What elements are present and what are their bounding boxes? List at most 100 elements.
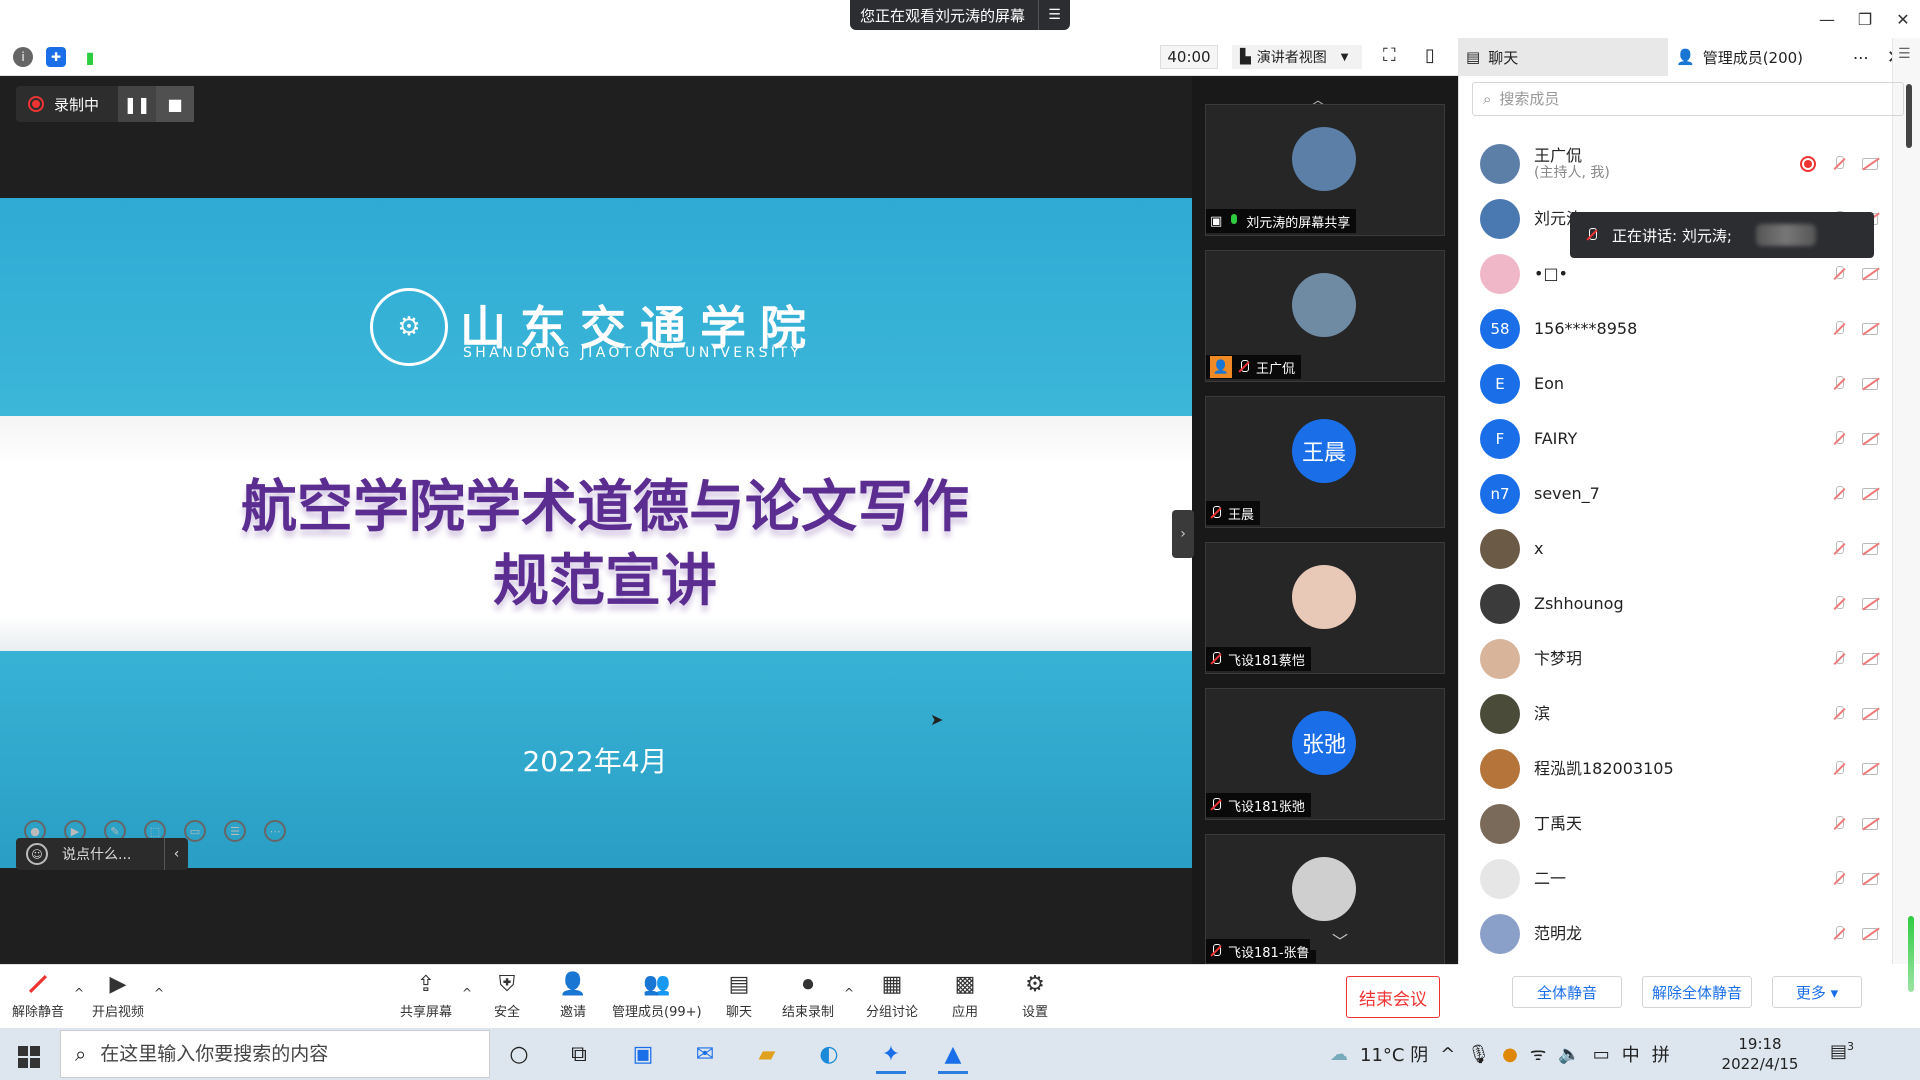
- video-off-icon[interactable]: [1862, 543, 1878, 555]
- gallery-tile[interactable]: 飞设181蔡恺: [1205, 542, 1445, 674]
- member-row[interactable]: F FAIRY: [1472, 413, 1892, 465]
- member-row[interactable]: 范明龙: [1472, 908, 1892, 960]
- member-row[interactable]: x: [1472, 523, 1892, 575]
- video-off-icon[interactable]: [1862, 763, 1878, 775]
- meeting-app-icon[interactable]: ▲: [930, 1034, 976, 1074]
- member-row[interactable]: 58 156****8958: [1472, 303, 1892, 355]
- task-view-icon[interactable]: ⧉: [556, 1034, 602, 1074]
- speaker-icon[interactable]: 🔈: [1558, 1044, 1580, 1065]
- video-off-icon[interactable]: [1862, 598, 1878, 610]
- layout-icon[interactable]: ▯: [1425, 45, 1435, 66]
- app-icon[interactable]: ✦: [868, 1034, 914, 1074]
- tab-chat[interactable]: ▤ 聊天: [1458, 38, 1668, 76]
- video-off-icon[interactable]: [1862, 268, 1878, 280]
- video-off-icon[interactable]: [1862, 653, 1878, 665]
- invite-button[interactable]: 👤 邀请: [558, 970, 588, 1021]
- view-mode-select[interactable]: ▙ 演讲者视图 ▼: [1232, 45, 1362, 69]
- chevron-up-icon[interactable]: ^: [462, 986, 472, 1000]
- video-off-icon[interactable]: [1862, 928, 1878, 940]
- chat-quick-input[interactable]: ☺ 说点什么... ‹: [16, 838, 188, 870]
- video-off-icon[interactable]: [1862, 378, 1878, 390]
- mic-off-icon[interactable]: [1832, 926, 1846, 942]
- weather-text[interactable]: 11°C 阴: [1360, 1041, 1428, 1067]
- video-off-icon[interactable]: [1862, 873, 1878, 885]
- mic-off-icon[interactable]: [1832, 871, 1846, 887]
- info-icon[interactable]: i: [13, 47, 33, 67]
- mic-off-icon[interactable]: [1832, 486, 1846, 502]
- mic-off-icon[interactable]: [1832, 376, 1846, 392]
- mic-off-icon[interactable]: [1832, 541, 1846, 557]
- tab-members[interactable]: 👤 管理成员(200) ⋯ ✕: [1668, 38, 1908, 76]
- member-row[interactable]: Zshhounog: [1472, 578, 1892, 630]
- mic-off-icon[interactable]: [1832, 816, 1846, 832]
- member-row[interactable]: 滨: [1472, 688, 1892, 740]
- video-off-icon[interactable]: [1862, 708, 1878, 720]
- mic-off-icon[interactable]: [1832, 706, 1846, 722]
- member-row[interactable]: 王广侃 (主持人, 我): [1472, 138, 1892, 190]
- gallery-collapse-handle[interactable]: ›: [1172, 510, 1194, 558]
- video-off-icon[interactable]: [1862, 488, 1878, 500]
- settings-button[interactable]: ⚙ 设置: [1020, 970, 1050, 1021]
- mic-off-icon[interactable]: [1832, 431, 1846, 447]
- video-off-icon[interactable]: [1862, 158, 1878, 170]
- chevron-up-icon[interactable]: ^: [1440, 1044, 1455, 1065]
- pause-icon[interactable]: ❚❚: [118, 86, 156, 122]
- gallery-tile[interactable]: 王晨 王晨: [1205, 396, 1445, 528]
- mic-icon[interactable]: 🎙: [1467, 1044, 1490, 1065]
- taskbar-search-input[interactable]: [100, 1043, 461, 1065]
- menu-icon[interactable]: ☰: [1038, 0, 1070, 30]
- member-row[interactable]: 丁禹天: [1472, 798, 1892, 850]
- end-meeting-button[interactable]: 结束会议: [1346, 976, 1440, 1018]
- folder-icon[interactable]: ▰: [744, 1034, 790, 1074]
- unmute-all-button[interactable]: 解除全体静音: [1642, 976, 1752, 1008]
- member-list-scrollbar[interactable]: [1906, 84, 1912, 148]
- gallery-tile[interactable]: 张弛 飞设181张弛: [1205, 688, 1445, 820]
- gallery-tile[interactable]: 👤 王广侃: [1205, 250, 1445, 382]
- mic-off-icon[interactable]: [1832, 761, 1846, 777]
- video-off-icon[interactable]: [1862, 433, 1878, 445]
- comment-icon[interactable]: ☰: [224, 820, 246, 842]
- more-button[interactable]: 更多 ▾: [1772, 976, 1862, 1008]
- cortana-icon[interactable]: ○: [496, 1034, 542, 1074]
- edge-icon[interactable]: ◐: [806, 1034, 852, 1074]
- ime-lang[interactable]: 中: [1622, 1041, 1640, 1067]
- notification-icon[interactable]: ▤3: [1830, 1040, 1854, 1062]
- chat-button[interactable]: ▤ 聊天: [724, 970, 754, 1021]
- more-icon[interactable]: ⋯: [264, 820, 286, 842]
- mic-off-icon[interactable]: [1832, 156, 1846, 172]
- shield-icon[interactable]: ✚: [46, 47, 66, 67]
- mail-icon[interactable]: ✉: [682, 1034, 728, 1074]
- collapse-icon[interactable]: ‹: [164, 838, 188, 870]
- member-search-input[interactable]: [1499, 90, 1880, 108]
- member-row[interactable]: E Eon: [1472, 358, 1892, 410]
- menu-icon[interactable]: ☰: [1898, 46, 1911, 62]
- member-search[interactable]: ⌕: [1472, 82, 1904, 116]
- mic-off-icon[interactable]: [1832, 651, 1846, 667]
- app-tray-icon[interactable]: ●: [1502, 1044, 1518, 1065]
- signal-icon[interactable]: ▮: [80, 47, 100, 67]
- mute-all-button[interactable]: 全体静音: [1512, 976, 1622, 1008]
- member-row[interactable]: 程泓凯182003105: [1472, 743, 1892, 795]
- ime-mode[interactable]: 拼: [1652, 1041, 1670, 1067]
- windows-start-icon[interactable]: [10, 1038, 50, 1070]
- mic-off-icon[interactable]: [1832, 321, 1846, 337]
- mic-off-icon[interactable]: [1832, 266, 1846, 282]
- wifi-icon[interactable]: ᯤ: [1530, 1042, 1546, 1066]
- battery-icon[interactable]: ▭: [1593, 1044, 1610, 1065]
- end-recording-button[interactable]: ⏺ 结束录制: [782, 970, 834, 1021]
- chevron-up-icon[interactable]: ^: [74, 986, 84, 1000]
- taskbar-search[interactable]: ⌕: [60, 1030, 490, 1078]
- video-off-icon[interactable]: [1862, 818, 1878, 830]
- mic-off-icon[interactable]: [1832, 596, 1846, 612]
- member-row[interactable]: 卞梦玥: [1472, 633, 1892, 685]
- fullscreen-icon[interactable]: ⛶: [1383, 45, 1396, 66]
- security-button[interactable]: ⛨ 安全: [492, 970, 522, 1021]
- stop-icon[interactable]: ■: [156, 86, 194, 122]
- chevron-up-icon[interactable]: ^: [844, 986, 854, 1000]
- close-window-icon[interactable]: ✕: [1884, 0, 1920, 38]
- minimize-icon[interactable]: —: [1808, 0, 1846, 38]
- video-off-icon[interactable]: [1862, 323, 1878, 335]
- manage-members-button[interactable]: 👥 管理成员(99+): [612, 970, 702, 1021]
- unmute-button[interactable]: 解除静音: [12, 970, 64, 1020]
- chevron-up-icon[interactable]: ^: [154, 986, 164, 1000]
